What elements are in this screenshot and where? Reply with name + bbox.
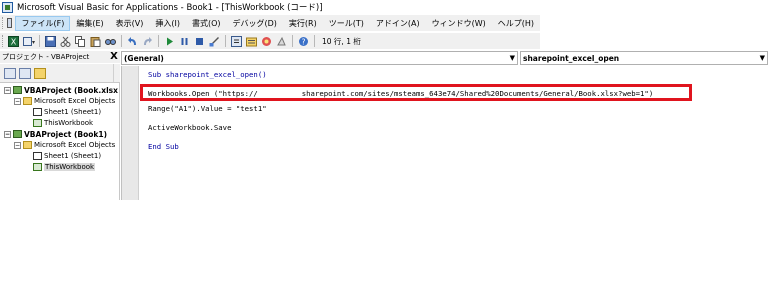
run-icon[interactable] bbox=[163, 35, 176, 47]
vba-app-icon bbox=[2, 1, 13, 13]
tree-node-excel-objects[interactable]: − Microsoft Excel Objects bbox=[14, 140, 115, 150]
sheet-icon bbox=[33, 152, 42, 160]
tree-node-thisworkbook-selected[interactable]: ThisWorkbook bbox=[33, 162, 96, 172]
find-icon[interactable] bbox=[104, 35, 117, 47]
collapse-icon[interactable]: − bbox=[14, 141, 21, 149]
project-explorer-scrollbar[interactable] bbox=[113, 64, 120, 82]
project-explorer-title-bar: プロジェクト - VBAProject X bbox=[0, 51, 120, 63]
toggle-folders-icon[interactable] bbox=[34, 67, 46, 79]
toolbar-grip[interactable] bbox=[2, 35, 6, 47]
standard-toolbar: X ? 10 行, 1 桁 bbox=[0, 33, 540, 49]
undo-icon[interactable] bbox=[126, 35, 139, 47]
toolbar-separator bbox=[292, 35, 293, 47]
tree-node-sheet1[interactable]: Sheet1 (Sheet1) bbox=[33, 151, 101, 161]
save-icon[interactable] bbox=[44, 35, 57, 47]
reset-icon[interactable] bbox=[193, 35, 206, 47]
project-tree: − VBAProject (Book.xlsx − Microsoft Exce… bbox=[0, 82, 120, 200]
tree-node-label: VBAProject (Book.xlsx bbox=[24, 85, 118, 95]
copy-icon[interactable] bbox=[74, 35, 87, 47]
view-object-icon[interactable] bbox=[19, 67, 31, 79]
object-browser-icon[interactable] bbox=[260, 35, 273, 47]
menu-format[interactable]: 書式(O) bbox=[186, 16, 227, 31]
workbook-icon bbox=[33, 119, 42, 127]
title-bar: Microsoft Visual Basic for Applications … bbox=[0, 0, 540, 14]
object-dropdown-value: (General) bbox=[124, 53, 164, 63]
collapse-icon[interactable]: − bbox=[4, 86, 11, 94]
excel-icon[interactable]: X bbox=[7, 35, 20, 47]
code-line-save[interactable]: ActiveWorkbook.Save bbox=[148, 123, 231, 132]
tree-node-excel-objects[interactable]: − Microsoft Excel Objects bbox=[14, 96, 115, 106]
menu-grip[interactable] bbox=[2, 17, 5, 29]
highlight-annotation bbox=[140, 84, 692, 101]
toolbar-separator bbox=[158, 35, 159, 47]
design-mode-icon[interactable] bbox=[208, 35, 221, 47]
chevron-down-icon[interactable]: ▼ bbox=[510, 52, 515, 64]
chevron-down-icon[interactable]: ▼ bbox=[760, 52, 765, 64]
menu-view[interactable]: 表示(V) bbox=[110, 16, 150, 31]
cursor-position-status: 10 行, 1 桁 bbox=[322, 36, 361, 46]
tree-node-label: VBAProject (Book1) bbox=[24, 129, 108, 139]
menu-file[interactable]: ファイル(F) bbox=[15, 15, 71, 31]
svg-text:X: X bbox=[11, 37, 17, 46]
tree-node-thisworkbook[interactable]: ThisWorkbook bbox=[33, 118, 93, 128]
code-line-end-sub[interactable]: End Sub bbox=[148, 142, 179, 151]
project-icon bbox=[13, 130, 22, 138]
tree-node-label: Microsoft Excel Objects bbox=[34, 141, 116, 149]
toolbar-separator bbox=[314, 35, 315, 47]
project-explorer-icon[interactable] bbox=[230, 35, 243, 47]
folder-icon bbox=[23, 97, 32, 105]
project-icon bbox=[13, 86, 22, 94]
toolbar-separator bbox=[121, 35, 122, 47]
menu-window[interactable]: ウィンドウ(W) bbox=[426, 16, 492, 31]
svg-text:?: ? bbox=[302, 37, 306, 46]
tree-node-project-book1[interactable]: − VBAProject (Book1) bbox=[4, 129, 107, 139]
toolbox-icon[interactable] bbox=[275, 35, 288, 47]
window-title: Microsoft Visual Basic for Applications … bbox=[17, 3, 323, 13]
cut-icon[interactable] bbox=[59, 35, 72, 47]
workbook-icon bbox=[33, 163, 42, 171]
project-explorer-toolbar bbox=[0, 64, 120, 82]
menu-debug[interactable]: デバッグ(D) bbox=[227, 16, 283, 31]
tree-node-label: Microsoft Excel Objects bbox=[34, 97, 116, 105]
object-dropdown[interactable]: (General) ▼ bbox=[121, 51, 518, 65]
menu-edit[interactable]: 編集(E) bbox=[70, 16, 109, 31]
collapse-icon[interactable]: − bbox=[4, 130, 11, 138]
break-icon[interactable] bbox=[178, 35, 191, 47]
tree-node-sheet1[interactable]: Sheet1 (Sheet1) bbox=[33, 107, 101, 117]
collapse-icon[interactable]: − bbox=[14, 97, 21, 105]
close-icon[interactable]: X bbox=[109, 52, 119, 62]
folder-icon bbox=[23, 141, 32, 149]
paste-icon[interactable] bbox=[89, 35, 102, 47]
insert-module-icon[interactable] bbox=[22, 35, 35, 47]
menu-bar: ファイル(F) 編集(E) 表示(V) 挿入(I) 書式(O) デバッグ(D) … bbox=[0, 15, 540, 31]
menu-addins[interactable]: アドイン(A) bbox=[370, 16, 426, 31]
tree-node-project-book[interactable]: − VBAProject (Book.xlsx bbox=[4, 85, 118, 95]
code-margin[interactable] bbox=[122, 66, 139, 200]
tree-node-label: ThisWorkbook bbox=[44, 119, 94, 127]
help-icon[interactable]: ? bbox=[297, 35, 310, 47]
menu-help[interactable]: ヘルプ(H) bbox=[492, 16, 540, 31]
tree-node-label: ThisWorkbook bbox=[44, 163, 96, 171]
project-explorer-title: プロジェクト - VBAProject bbox=[2, 53, 90, 61]
code-line-range[interactable]: Range("A1").Value = "test1" bbox=[148, 104, 267, 113]
view-code-icon[interactable] bbox=[4, 67, 16, 79]
menu-insert[interactable]: 挿入(I) bbox=[149, 16, 186, 31]
procedure-dropdown-value: sharepoint_excel_open bbox=[523, 53, 620, 63]
toolbar-separator bbox=[225, 35, 226, 47]
code-line-sub[interactable]: Sub sharepoint_excel_open() bbox=[148, 70, 267, 79]
tree-node-label: Sheet1 (Sheet1) bbox=[44, 152, 102, 160]
excel-view-icon[interactable] bbox=[6, 18, 13, 28]
menu-run[interactable]: 実行(R) bbox=[283, 16, 323, 31]
procedure-dropdown[interactable]: sharepoint_excel_open ▼ bbox=[520, 51, 768, 65]
properties-icon[interactable] bbox=[245, 35, 258, 47]
sheet-icon bbox=[33, 108, 42, 116]
menu-tools[interactable]: ツール(T) bbox=[323, 16, 370, 31]
redo-icon[interactable] bbox=[141, 35, 154, 47]
tree-node-label: Sheet1 (Sheet1) bbox=[44, 108, 102, 116]
toolbar-separator bbox=[39, 35, 40, 47]
